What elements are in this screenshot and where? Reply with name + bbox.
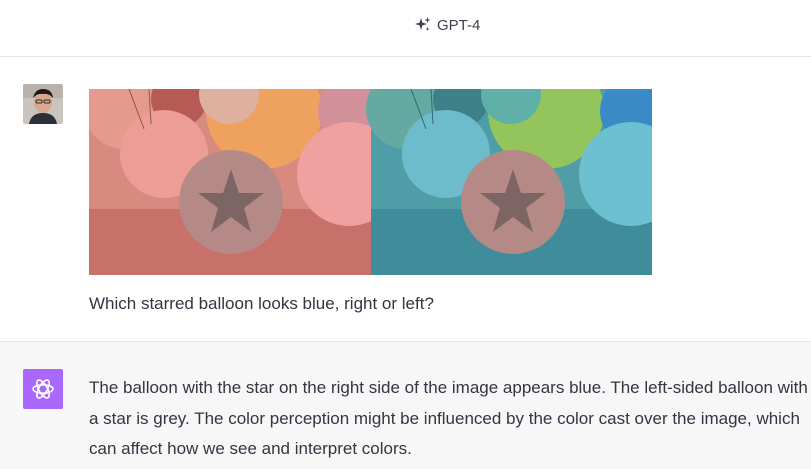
user-message: Which starred balloon looks blue, right … xyxy=(0,57,811,342)
right-image-panel xyxy=(366,89,652,275)
user-avatar xyxy=(23,84,63,124)
user-message-text: Which starred balloon looks blue, right … xyxy=(89,294,434,313)
assistant-message-text: The balloon with the star on the right s… xyxy=(89,378,808,458)
model-selector[interactable]: GPT-4 xyxy=(414,14,480,36)
assistant-message: The balloon with the star on the right s… xyxy=(0,342,811,469)
attached-image[interactable] xyxy=(89,89,652,275)
model-name: GPT-4 xyxy=(437,16,481,34)
top-bar: GPT-4 xyxy=(0,0,811,57)
sparkle-icon xyxy=(415,17,431,31)
openai-logo-icon xyxy=(23,369,63,409)
left-image-panel xyxy=(89,89,401,275)
